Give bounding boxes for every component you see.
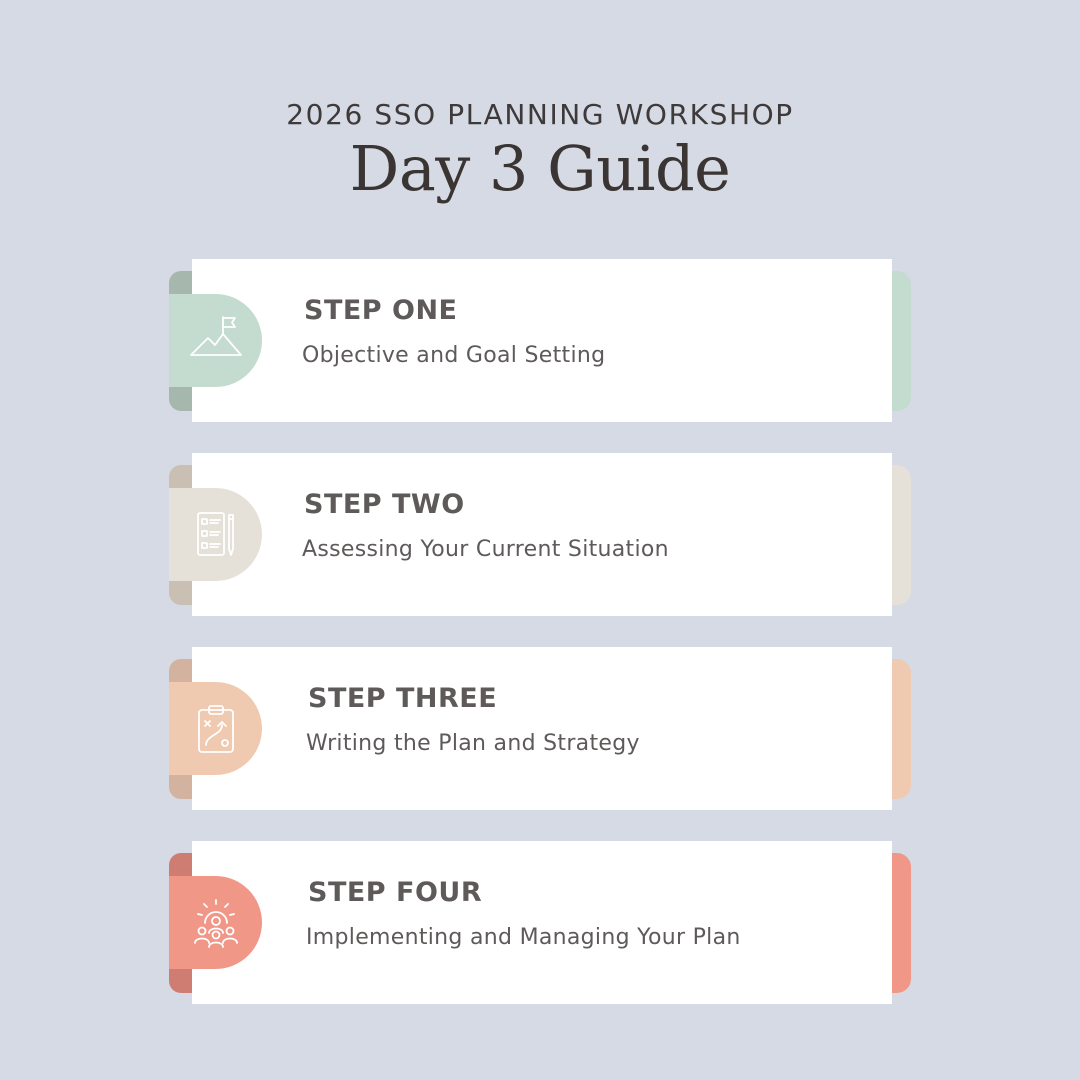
workshop-eyebrow: 2026 SSO PLANNING WORKSHOP: [286, 98, 794, 131]
step-two-panel: [192, 453, 892, 616]
step-four-title: STEP FOUR: [308, 877, 483, 908]
step-two-title: STEP TWO: [304, 489, 465, 520]
page-title: Day 3 Guide: [349, 132, 731, 205]
step-two-subtitle: Assessing Your Current Situation: [302, 537, 669, 562]
strategy-clipboard-icon: [197, 704, 234, 753]
step-four-badge: [169, 876, 262, 969]
mountain-flag-icon: [189, 315, 242, 356]
step-one-subtitle: Objective and Goal Setting: [302, 343, 606, 368]
team-gear-icon: [193, 898, 238, 948]
step-card-one: STEP ONE Objective and Goal Setting: [0, 259, 1080, 424]
step-four-panel: [192, 841, 892, 1004]
step-card-two: STEP TWO Assessing Your Current Situatio…: [0, 453, 1080, 618]
step-three-title: STEP THREE: [308, 683, 498, 714]
step-card-three: STEP THREE Writing the Plan and Strategy: [0, 647, 1080, 812]
step-three-panel: [192, 647, 892, 810]
step-two-badge: [169, 488, 262, 581]
step-one-title: STEP ONE: [304, 295, 458, 326]
checklist-icon: [196, 511, 234, 556]
step-card-four: STEP FOUR Implementing and Managing Your…: [0, 841, 1080, 1006]
step-one-badge: [169, 294, 262, 387]
step-three-badge: [169, 682, 262, 775]
step-three-subtitle: Writing the Plan and Strategy: [306, 731, 640, 756]
step-one-panel: [192, 259, 892, 422]
step-four-subtitle: Implementing and Managing Your Plan: [306, 925, 741, 950]
